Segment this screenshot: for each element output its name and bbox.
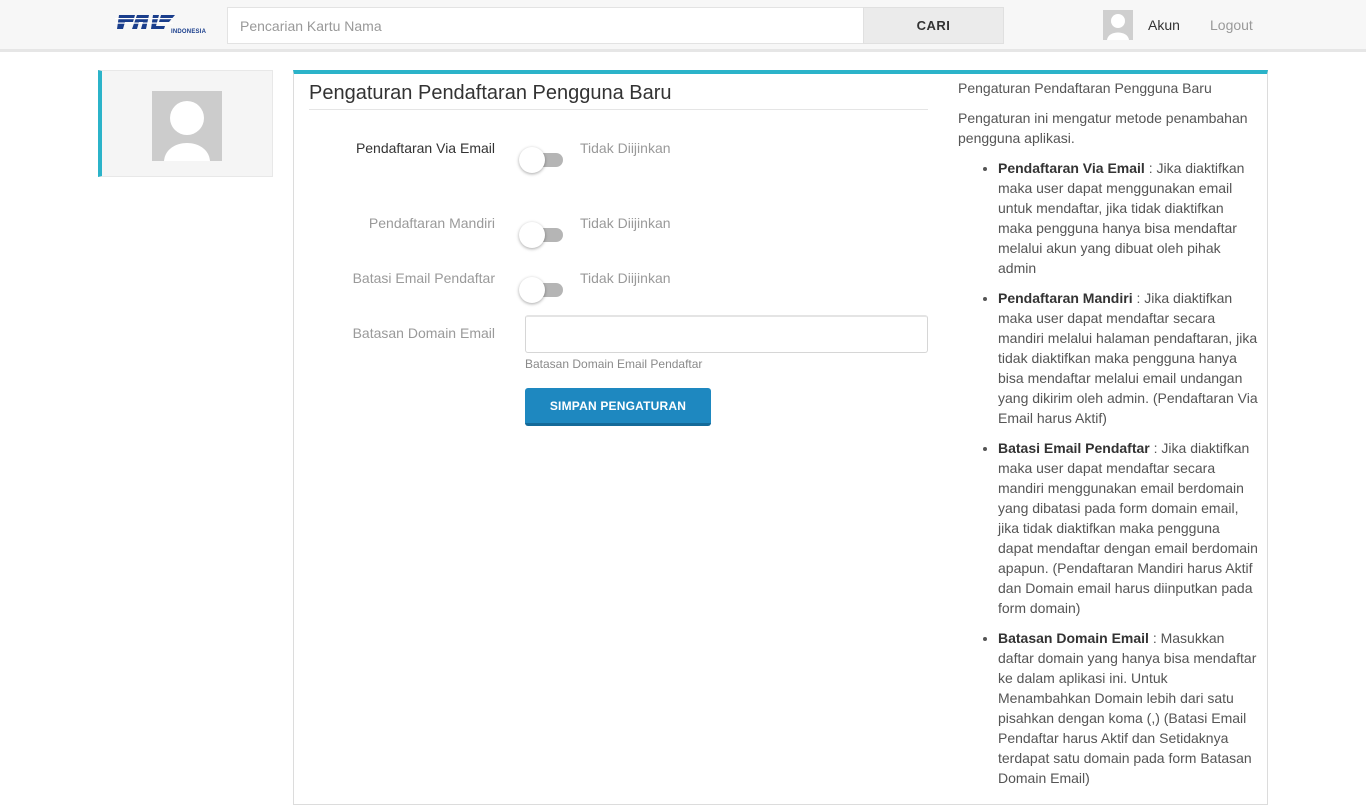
state-registration-via-email: Tidak Diijinkan — [580, 140, 671, 156]
pal-logo[interactable]: INDONESIA — [113, 13, 207, 37]
help-item: Batasi Email Pendaftar : Jika diaktifkan… — [998, 438, 1258, 618]
help-term: Batasi Email Pendaftar — [998, 440, 1150, 456]
profile-avatar[interactable] — [152, 91, 222, 161]
help-term: Pendaftaran Via Email — [998, 160, 1145, 176]
help-intro: Pengaturan ini mengatur metode penambaha… — [958, 110, 1248, 146]
profile-card — [98, 70, 273, 177]
user-silhouette-icon — [152, 91, 222, 161]
help-desc: : Masukkan daftar domain yang hanya bisa… — [998, 630, 1257, 786]
toggle-knob — [519, 277, 545, 303]
help-desc: : Jika diaktifkan maka user dapat menggu… — [998, 160, 1245, 276]
help-term: Pendaftaran Mandiri — [998, 290, 1133, 306]
toggle-knob — [519, 147, 545, 173]
logout-link[interactable]: Logout — [1210, 17, 1253, 33]
account-link[interactable]: Akun — [1148, 17, 1180, 33]
label-email-domain: Batasan Domain Email — [352, 325, 495, 341]
top-navbar: INDONESIA CARI Akun Logout — [0, 0, 1366, 52]
toggle-knob — [519, 222, 545, 248]
help-title: Pengaturan Pendaftaran Pengguna Baru — [958, 80, 1212, 96]
help-item: Pendaftaran Via Email : Jika diaktifkan … — [998, 158, 1258, 278]
help-term: Batasan Domain Email — [998, 630, 1149, 646]
state-self-registration: Tidak Diijinkan — [580, 215, 671, 231]
help-list: Pendaftaran Via Email : Jika diaktifkan … — [958, 158, 1258, 788]
toggle-registration-via-email[interactable] — [519, 145, 565, 173]
logo-subtext: INDONESIA — [171, 29, 207, 35]
help-desc: : Jika diaktifkan maka user dapat mendaf… — [998, 440, 1258, 616]
toggle-self-registration[interactable] — [519, 220, 565, 248]
user-avatar[interactable] — [1103, 10, 1133, 40]
state-restrict-email: Tidak Diijinkan — [580, 270, 671, 286]
toggle-restrict-email[interactable] — [519, 275, 565, 303]
help-sidebar: Pengaturan Pendaftaran Pengguna Baru Pen… — [958, 78, 1258, 798]
help-item: Batasan Domain Email : Masukkan daftar d… — [998, 628, 1258, 788]
email-domain-help: Batasan Domain Email Pendaftar — [525, 357, 703, 371]
user-silhouette-icon — [1103, 10, 1133, 40]
title-divider — [309, 109, 928, 110]
label-self-registration: Pendaftaran Mandiri — [368, 215, 495, 231]
save-settings-button[interactable]: SIMPAN PENGATURAN — [525, 388, 711, 426]
help-desc: : Jika diaktifkan maka user dapat mendaf… — [998, 290, 1258, 426]
search-button[interactable]: CARI — [863, 7, 1004, 44]
email-domain-input[interactable] — [525, 315, 928, 353]
label-registration-via-email: Pendaftaran Via Email — [355, 140, 495, 156]
page-title: Pengaturan Pendaftaran Pengguna Baru — [309, 82, 672, 104]
label-restrict-email: Batasi Email Pendaftar — [352, 270, 495, 286]
help-item: Pendaftaran Mandiri : Jika diaktifkan ma… — [998, 288, 1258, 428]
search-input[interactable] — [227, 7, 864, 44]
